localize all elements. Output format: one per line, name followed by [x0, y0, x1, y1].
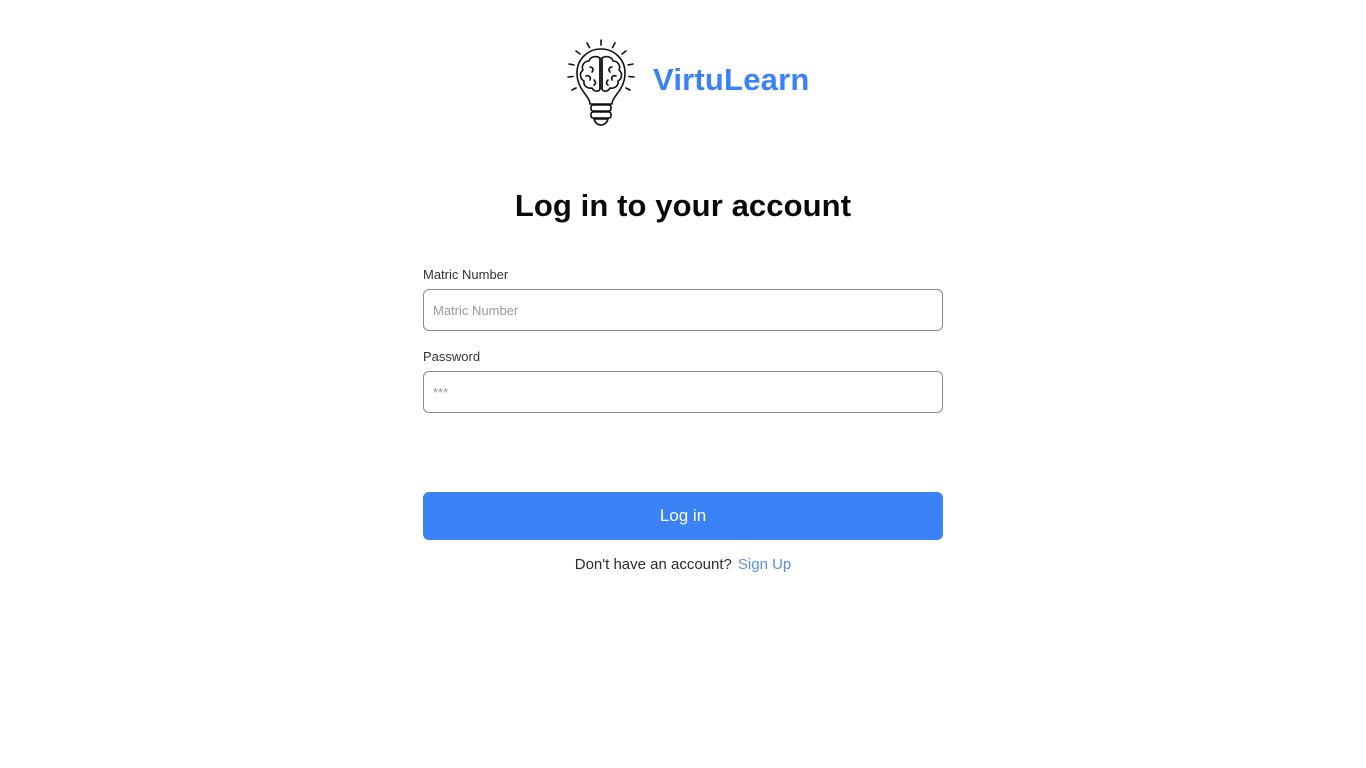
password-field-group: Password	[423, 349, 943, 413]
lightbulb-brain-icon	[567, 39, 635, 126]
signup-prompt-row: Don't have an account? Sign Up	[423, 556, 943, 573]
login-button[interactable]: Log in	[423, 492, 943, 540]
signup-link[interactable]: Sign Up	[738, 556, 791, 573]
matric-label: Matric Number	[423, 267, 509, 282]
page-title: Log in to your account	[514, 188, 852, 223]
password-input[interactable]	[423, 371, 943, 413]
brand-header: VirtuLearn	[563, 38, 809, 128]
matric-number-input[interactable]	[423, 289, 943, 331]
signup-prompt: Don't have an account?	[574, 556, 732, 573]
brand-name: VirtuLearn	[653, 62, 810, 97]
password-label: Password	[423, 349, 481, 364]
matric-field-group: Matric Number	[423, 267, 943, 331]
